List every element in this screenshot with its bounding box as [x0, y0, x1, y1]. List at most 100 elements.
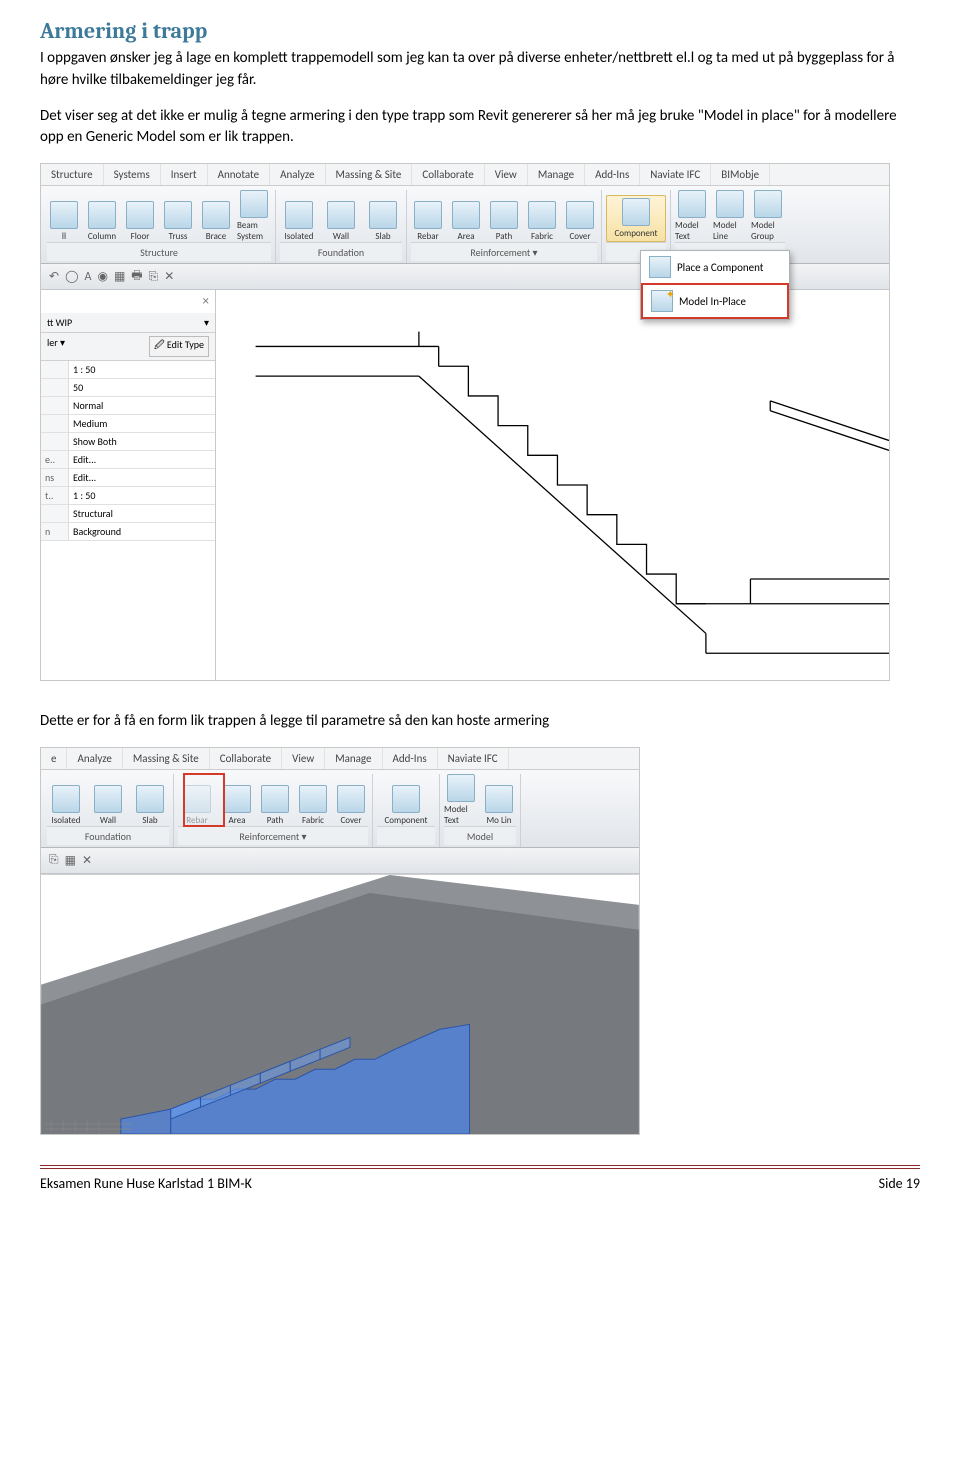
- ribbon-group-reinforcement-2: RebarAreaPathFabricCover Reinforcement ▾: [174, 774, 373, 847]
- ribbon-tab[interactable]: Analyze: [67, 748, 122, 769]
- ribbon-button[interactable]: Rebar: [411, 201, 445, 242]
- ribbon-button-icon: [414, 201, 442, 229]
- property-value: Show Both: [69, 433, 215, 450]
- paragraph-2: Det viser seg at det ikke er mulig å teg…: [40, 106, 920, 150]
- ribbon-tab[interactable]: Systems: [104, 164, 161, 185]
- ribbon-tab[interactable]: Annotate: [208, 164, 270, 185]
- ribbon-button[interactable]: Mo Lin: [482, 785, 516, 826]
- ribbon-button-label: Truss: [169, 231, 188, 242]
- ribbon-tab[interactable]: Collaborate: [210, 748, 282, 769]
- ribbon-button[interactable]: Fabric: [525, 201, 559, 242]
- property-row[interactable]: Medium: [41, 415, 215, 433]
- ribbon-button-icon: [94, 785, 122, 813]
- ribbon-tab[interactable]: Collaborate: [412, 164, 484, 185]
- property-row[interactable]: Structural: [41, 505, 215, 523]
- ribbon-button-label: Path: [496, 231, 512, 242]
- ribbon-button[interactable]: ll: [47, 201, 81, 242]
- ribbon-button[interactable]: Fabric: [296, 785, 330, 826]
- property-row[interactable]: Normal: [41, 397, 215, 415]
- ribbon-tab[interactable]: Add-Ins: [383, 748, 438, 769]
- qat-icon[interactable]: ▦: [114, 269, 125, 284]
- qat-icon[interactable]: A: [85, 270, 92, 284]
- ribbon-button-icon: [369, 201, 397, 229]
- ribbon-button-label: Model Text: [675, 220, 709, 242]
- place-component-item[interactable]: Place a Component: [641, 251, 789, 283]
- ribbon-button[interactable]: Model Text: [675, 190, 709, 242]
- ribbon-button[interactable]: Cover: [563, 201, 597, 242]
- ribbon-button[interactable]: Model Text: [444, 774, 478, 826]
- property-key: t..: [41, 487, 69, 504]
- close-panel-icon[interactable]: ×: [41, 290, 215, 313]
- ribbon-button-icon: [485, 785, 513, 813]
- property-row[interactable]: e..Edit...: [41, 451, 215, 469]
- qat-icon[interactable]: ⎘: [149, 270, 159, 284]
- screenshot-revit-rebar: eAnalyzeMassing & SiteCollaborateViewMan…: [40, 747, 640, 1135]
- property-row[interactable]: nBackground: [41, 523, 215, 541]
- ribbon-button[interactable]: Model Line: [713, 190, 747, 242]
- ribbon-tab[interactable]: Manage: [528, 164, 585, 185]
- property-row[interactable]: Show Both: [41, 433, 215, 451]
- drawing-canvas-2[interactable]: [41, 874, 639, 1134]
- ribbon-button[interactable]: Column: [85, 201, 119, 242]
- ribbon-tab[interactable]: Massing & Site: [326, 164, 413, 185]
- ribbon-tab[interactable]: BIMobje: [711, 164, 770, 185]
- ribbon-button[interactable]: Brace: [199, 201, 233, 242]
- qat-icon[interactable]: ↶: [49, 269, 59, 284]
- ribbon-tab[interactable]: Insert: [161, 164, 208, 185]
- properties-type: tt WIP: [47, 316, 72, 329]
- ribbon-tab[interactable]: Manage: [325, 748, 382, 769]
- ribbon-button[interactable]: Model Group: [751, 190, 785, 242]
- ribbon-button-icon: [452, 201, 480, 229]
- footer-right: Side 19: [879, 1175, 920, 1192]
- quick-access-toolbar-2: ⎘ ▦ ✕: [41, 848, 639, 874]
- edit-type-button[interactable]: 🖉 Edit Type: [149, 336, 209, 357]
- place-component-label: Place a Component: [677, 261, 764, 274]
- qat-icon[interactable]: 🖶: [131, 266, 142, 287]
- ribbon-tab[interactable]: Add-Ins: [585, 164, 640, 185]
- component-button-2[interactable]: Component: [377, 785, 435, 826]
- qat-icon[interactable]: ⎘: [49, 853, 59, 867]
- ribbon-button[interactable]: Area: [220, 785, 254, 826]
- ribbon-tab[interactable]: Structure: [41, 164, 104, 185]
- property-row[interactable]: 1 : 50: [41, 361, 215, 379]
- component-button[interactable]: Component: [606, 195, 666, 242]
- drawing-canvas[interactable]: [216, 290, 889, 680]
- ribbon-button[interactable]: Wall: [89, 785, 127, 826]
- ribbon-button[interactable]: Isolated: [47, 785, 85, 826]
- ribbon-button[interactable]: Area: [449, 201, 483, 242]
- ribbon-tab[interactable]: Naviate IFC: [438, 748, 509, 769]
- ribbon-button-icon: [88, 201, 116, 229]
- ribbon-button[interactable]: Slab: [364, 201, 402, 242]
- ribbon-button-icon: [261, 785, 289, 813]
- ribbon-button[interactable]: Wall: [322, 201, 360, 242]
- ribbon-tab[interactable]: View: [282, 748, 325, 769]
- ribbon-group-component-2: Component: [373, 774, 440, 847]
- qat-icon[interactable]: ✕: [82, 853, 92, 868]
- ribbon-button[interactable]: Beam System: [237, 190, 271, 242]
- ribbon-tab[interactable]: View: [485, 164, 528, 185]
- property-row[interactable]: 50: [41, 379, 215, 397]
- property-row[interactable]: t..1 : 50: [41, 487, 215, 505]
- ribbon-tab[interactable]: Naviate IFC: [640, 164, 711, 185]
- qat-icon[interactable]: ✕: [164, 269, 174, 284]
- ribbon-tab[interactable]: Massing & Site: [123, 748, 210, 769]
- ribbon-2: IsolatedWallSlab Foundation RebarAreaPat…: [41, 770, 639, 848]
- ribbon-button[interactable]: Isolated: [280, 201, 318, 242]
- ribbon-button-label: Beam System: [237, 220, 271, 242]
- qat-icon[interactable]: ◯: [65, 269, 78, 284]
- ribbon-button-icon: [490, 201, 518, 229]
- ribbon-tab[interactable]: e: [41, 748, 67, 769]
- qat-icon[interactable]: ◉: [97, 269, 107, 284]
- model-in-place-item[interactable]: ✦ Model In-Place: [641, 283, 789, 319]
- page-footer: Eksamen Rune Huse Karlstad 1 BIM-K Side …: [40, 1165, 920, 1210]
- qat-icon[interactable]: ▦: [65, 853, 76, 868]
- ribbon-tab[interactable]: Analyze: [270, 164, 325, 185]
- properties-type-dropdown-icon[interactable]: ▾: [204, 316, 209, 329]
- property-row[interactable]: nsEdit...: [41, 469, 215, 487]
- ribbon-button[interactable]: Cover: [334, 785, 368, 826]
- ribbon-button[interactable]: Slab: [131, 785, 169, 826]
- ribbon-button[interactable]: Floor: [123, 201, 157, 242]
- ribbon-button[interactable]: Truss: [161, 201, 195, 242]
- ribbon-button[interactable]: Path: [487, 201, 521, 242]
- ribbon-button[interactable]: Path: [258, 785, 292, 826]
